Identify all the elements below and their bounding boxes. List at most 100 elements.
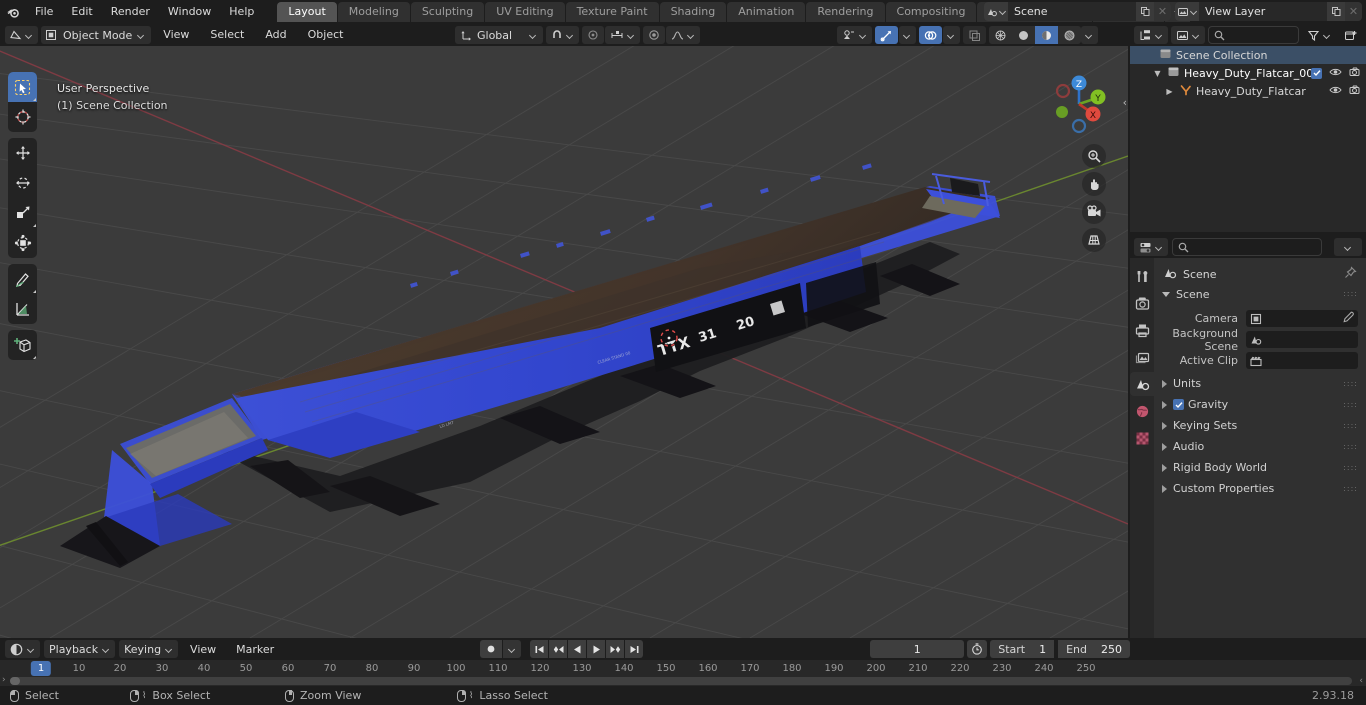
- tab-shading[interactable]: Shading: [659, 2, 727, 22]
- tab-scene[interactable]: [1130, 372, 1154, 396]
- cursor-tool-button[interactable]: [8, 102, 37, 132]
- play-reverse-icon[interactable]: [568, 640, 586, 658]
- playback-dropdown[interactable]: Playback: [44, 640, 116, 658]
- menu-edit[interactable]: Edit: [62, 3, 101, 21]
- shading-rendered-button[interactable]: [1058, 26, 1081, 44]
- tab-texture-paint[interactable]: Texture Paint: [565, 2, 659, 22]
- zoom-icon[interactable]: [1082, 144, 1106, 168]
- menu-file[interactable]: File: [26, 3, 62, 21]
- prev-keyframe-icon[interactable]: [549, 640, 567, 658]
- properties-options-dropdown[interactable]: [1334, 238, 1362, 256]
- new-collection-icon[interactable]: [1339, 26, 1362, 44]
- snap-increment-icon[interactable]: [605, 26, 641, 44]
- new-view-layer-button[interactable]: [1327, 2, 1345, 21]
- proportional-edit-icon[interactable]: [582, 26, 605, 44]
- keying-dropdown[interactable]: Keying: [119, 640, 179, 658]
- gravity-checkbox[interactable]: [1173, 399, 1184, 410]
- xray-icon[interactable]: [963, 26, 986, 44]
- add-cube-tool-button[interactable]: [8, 330, 37, 360]
- measure-tool-button[interactable]: [8, 294, 37, 324]
- playhead[interactable]: 1: [30, 661, 52, 676]
- tab-uv-editing[interactable]: UV Editing: [485, 2, 565, 22]
- unlink-scene-button[interactable]: ✕: [1154, 2, 1171, 21]
- timeline-menu-view[interactable]: View: [182, 643, 224, 656]
- menu-window[interactable]: Window: [159, 3, 220, 21]
- timeline-ruler[interactable]: 10 20 30 40 50 60 70 80 90 100 110 120 1…: [0, 660, 1366, 677]
- expander-down-icon[interactable]: ▼: [1152, 69, 1163, 78]
- annotate-tool-button[interactable]: [8, 264, 37, 294]
- panel-keying-sets-header[interactable]: Keying Sets ::::: [1158, 415, 1362, 436]
- tab-modeling[interactable]: Modeling: [337, 2, 410, 22]
- start-frame-field[interactable]: Start 1: [990, 640, 1055, 658]
- snap-magnet-button[interactable]: [546, 26, 580, 44]
- properties-search-input[interactable]: [1172, 238, 1322, 256]
- mode-dropdown[interactable]: Object Mode: [41, 26, 152, 44]
- overlays-icon[interactable]: [919, 26, 942, 44]
- shading-solid-button[interactable]: [1012, 26, 1035, 44]
- menu-render[interactable]: Render: [102, 3, 159, 21]
- 3d-viewport[interactable]: TTX 31 20 CLEAR STAND 00 LD LMT User Per…: [0, 46, 1128, 638]
- transform-tool-button[interactable]: [8, 228, 37, 258]
- camera-render-icon[interactable]: [1349, 85, 1362, 98]
- hand-icon[interactable]: [1082, 172, 1106, 196]
- falloff-curve-icon[interactable]: [666, 26, 701, 44]
- editor-type-icon[interactable]: [5, 26, 38, 44]
- tab-render[interactable]: [1130, 291, 1154, 315]
- end-frame-field[interactable]: End 250: [1058, 640, 1130, 658]
- navigation-gizmo[interactable]: Z Y X: [1043, 68, 1115, 140]
- jump-end-icon[interactable]: [625, 640, 643, 658]
- tab-rendering[interactable]: Rendering: [806, 2, 885, 22]
- viewport-menu-select[interactable]: Select: [201, 26, 253, 44]
- stopwatch-icon[interactable]: [967, 640, 988, 658]
- panel-scene-header[interactable]: Scene ::::: [1158, 284, 1362, 304]
- eyedropper-icon[interactable]: [1342, 311, 1354, 326]
- timeline-editor-icon[interactable]: [5, 640, 40, 658]
- sidebar-collapse-arrow-icon[interactable]: ‹: [1123, 96, 1127, 109]
- play-icon[interactable]: [587, 640, 605, 658]
- scene-selector[interactable]: Scene ✕: [984, 2, 1171, 21]
- shading-options-dropdown[interactable]: [1081, 26, 1098, 44]
- viewport-menu-add[interactable]: Add: [256, 26, 295, 44]
- overlays-options-dropdown[interactable]: [943, 26, 960, 44]
- camera-icon[interactable]: [1082, 200, 1106, 224]
- scroll-right-arrow-icon[interactable]: ‹: [1359, 676, 1363, 686]
- outliner-search-input[interactable]: [1208, 26, 1299, 44]
- tab-view-layer[interactable]: [1130, 345, 1154, 369]
- outliner-row-scene-collection[interactable]: Scene Collection: [1130, 46, 1366, 64]
- next-keyframe-icon[interactable]: [606, 640, 624, 658]
- rotate-tool-button[interactable]: [8, 168, 37, 198]
- viewport-menu-object[interactable]: Object: [299, 26, 353, 44]
- id-type-icon[interactable]: [1171, 26, 1205, 44]
- blender-logo-icon[interactable]: [0, 0, 26, 24]
- panel-gravity-header[interactable]: Gravity ::::: [1158, 394, 1362, 415]
- record-icon[interactable]: [480, 640, 502, 658]
- tab-output[interactable]: [1130, 318, 1154, 342]
- tweak-tool-button[interactable]: [8, 72, 37, 102]
- funnel-icon[interactable]: [1302, 26, 1336, 44]
- remove-view-layer-button[interactable]: ✕: [1345, 2, 1362, 21]
- eye-icon[interactable]: [1329, 67, 1342, 80]
- properties-editor-icon[interactable]: [1134, 238, 1168, 256]
- pivot-point-icon[interactable]: [643, 26, 666, 44]
- scrollbar-knob[interactable]: [10, 677, 20, 685]
- current-frame-field[interactable]: 1: [870, 640, 965, 658]
- tab-texture[interactable]: [1130, 426, 1154, 450]
- new-scene-button[interactable]: [1136, 2, 1154, 21]
- ortho-persp-icon[interactable]: [1082, 228, 1106, 252]
- panel-audio-header[interactable]: Audio ::::: [1158, 436, 1362, 457]
- panel-units-header[interactable]: Units ::::: [1158, 373, 1362, 394]
- camera-render-icon[interactable]: [1349, 67, 1362, 80]
- transform-orientation-dropdown[interactable]: Global: [455, 26, 544, 44]
- tab-sculpting[interactable]: Sculpting: [410, 2, 485, 22]
- tab-compositing[interactable]: Compositing: [885, 2, 977, 22]
- timeline-menu-marker[interactable]: Marker: [228, 643, 282, 656]
- panel-rigid-body-world-header[interactable]: Rigid Body World ::::: [1158, 457, 1362, 478]
- record-options-dropdown[interactable]: [503, 640, 521, 658]
- expander-right-icon[interactable]: ▶: [1164, 87, 1175, 96]
- panel-custom-properties-header[interactable]: Custom Properties ::::: [1158, 478, 1362, 499]
- gizmo-options-dropdown[interactable]: [899, 26, 916, 44]
- shading-material-preview-button[interactable]: [1035, 26, 1058, 44]
- tab-animation[interactable]: Animation: [727, 2, 806, 22]
- pin-icon[interactable]: [1344, 266, 1357, 282]
- active-clip-field[interactable]: [1246, 352, 1358, 369]
